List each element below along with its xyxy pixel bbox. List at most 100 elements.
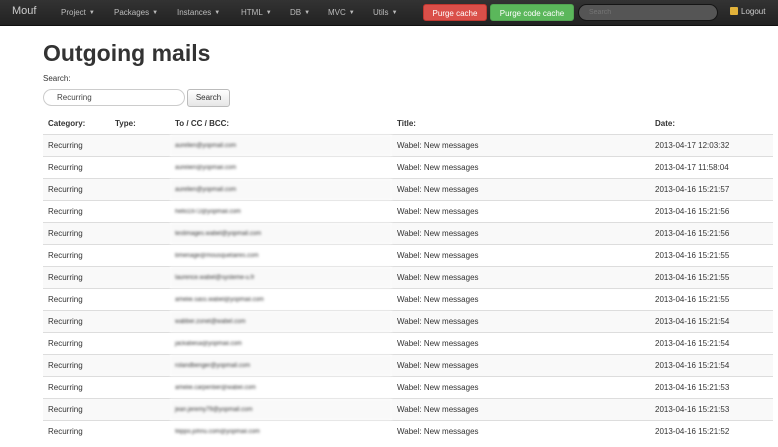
cell-category: Recurring: [43, 266, 110, 289]
cell-date: 2013-04-17 12:03:32: [650, 134, 773, 157]
menu-utils[interactable]: Utils ▼: [373, 8, 398, 17]
cell-recipients: jackabesa@yopmail.com: [170, 332, 392, 355]
cell-date: 2013-04-16 15:21:56: [650, 200, 773, 223]
chevron-down-icon: ▼: [214, 10, 221, 16]
menu-packages[interactable]: Packages ▼: [114, 8, 158, 17]
table-row[interactable]: Recurring amelie.sass.wabel@yopmail.com Wa…: [43, 288, 773, 311]
cell-category: Recurring: [43, 178, 110, 201]
cell-type: [110, 156, 170, 179]
cell-type: [110, 376, 170, 399]
menu-packages-label: Packages: [114, 8, 150, 17]
purge-cache-button[interactable]: Purge cache: [423, 4, 487, 21]
cell-recipients: aurelien@yopmail.com: [170, 134, 392, 157]
table-row[interactable]: Recurring filippo.johnu.com@yopmail.com Wa…: [43, 420, 773, 442]
menu-instances[interactable]: Instances ▼: [177, 8, 220, 17]
table-row[interactable]: Recurring laurence.wabel@systeme-u.fr Wabe…: [43, 266, 773, 289]
outgoing-mails-table: Category: Type: To / CC / BCC: Title: Da…: [43, 113, 773, 442]
chevron-down-icon: ▼: [391, 10, 398, 16]
cell-type: [110, 266, 170, 289]
menu-instances-label: Instances: [177, 8, 212, 17]
cell-title: Wabel: New messages: [392, 200, 650, 223]
cell-type: [110, 398, 170, 421]
cell-title: Wabel: New messages: [392, 222, 650, 245]
cell-category: Recurring: [43, 332, 110, 355]
menu-project[interactable]: Project ▼: [61, 8, 95, 17]
cell-type: [110, 244, 170, 267]
logout-label: Logout: [741, 7, 766, 16]
cell-recipients: hello1972@yopmail.com: [170, 200, 392, 223]
cell-recipients: amelie.sass.wabel@yopmail.com: [170, 288, 392, 311]
cell-recipients: amelie.carpentier@wabel.com: [170, 376, 392, 399]
cell-title: Wabel: New messages: [392, 376, 650, 399]
cell-type: [110, 222, 170, 245]
menu-mvc[interactable]: MVC ▼: [328, 8, 355, 17]
table-row[interactable]: Recurring jean.jeremy79@yopmail.com Wabel:…: [43, 398, 773, 421]
cell-date: 2013-04-16 15:21:56: [650, 222, 773, 245]
cell-category: Recurring: [43, 222, 110, 245]
cell-category: Recurring: [43, 156, 110, 179]
cell-date: 2013-04-16 15:21:53: [650, 376, 773, 399]
table-row[interactable]: Recurring wabber.zonet@wabel.com Wabel: Ne…: [43, 310, 773, 333]
cell-category: Recurring: [43, 420, 110, 442]
cell-title: Wabel: New messages: [392, 310, 650, 333]
cell-date: 2013-04-16 15:21:55: [650, 244, 773, 267]
menu-html-label: HTML: [241, 8, 263, 17]
cell-recipients: laurence.wabel@systeme-u.fr: [170, 266, 392, 289]
table-row[interactable]: Recurring testimages.wabel@yopmail.com Wab…: [43, 222, 773, 245]
search-button[interactable]: Search: [187, 89, 230, 107]
column-header-date: Date:: [650, 113, 773, 135]
brand-logo[interactable]: Mouf: [12, 5, 36, 17]
search-input[interactable]: [43, 89, 185, 106]
menu-db[interactable]: DB ▼: [290, 8, 310, 17]
cell-date: 2013-04-17 11:58:04: [650, 156, 773, 179]
cell-recipients: filippo.johnu.com@yopmail.com: [170, 420, 392, 442]
search-label: Search:: [43, 74, 71, 83]
table-row[interactable]: Recurring bmenage@mousquetaires.com Wabel:…: [43, 244, 773, 267]
cell-date: 2013-04-16 15:21:55: [650, 266, 773, 289]
cell-type: [110, 134, 170, 157]
column-header-type: Type:: [110, 113, 170, 135]
table-row[interactable]: Recurring jackabesa@yopmail.com Wabel: New…: [43, 332, 773, 355]
logout-link[interactable]: Logout: [730, 7, 765, 16]
cell-type: [110, 288, 170, 311]
cell-recipients: rolandbenger@yopmail.com: [170, 354, 392, 377]
table-row[interactable]: Recurring aurelien@yopmail.com Wabel: New …: [43, 156, 773, 179]
table-row[interactable]: Recurring aurelien@yopmail.com Wabel: New …: [43, 134, 773, 157]
menu-db-label: DB: [290, 8, 302, 17]
navbar-search-input[interactable]: [578, 4, 718, 21]
cell-date: 2013-04-16 15:21:54: [650, 332, 773, 355]
cell-title: Wabel: New messages: [392, 420, 650, 442]
chevron-down-icon: ▼: [265, 10, 272, 16]
cell-type: [110, 420, 170, 442]
cell-recipients: aurelien@yopmail.com: [170, 156, 392, 179]
table-row[interactable]: Recurring amelie.carpentier@wabel.com Wabe…: [43, 376, 773, 399]
cell-category: Recurring: [43, 134, 110, 157]
cell-category: Recurring: [43, 310, 110, 333]
table-body: Recurring aurelien@yopmail.com Wabel: New …: [43, 134, 773, 442]
cell-type: [110, 200, 170, 223]
lock-icon: [730, 7, 738, 15]
purge-code-cache-button[interactable]: Purge code cache: [490, 4, 574, 21]
menu-mvc-label: MVC: [328, 8, 346, 17]
cell-category: Recurring: [43, 200, 110, 223]
cell-type: [110, 178, 170, 201]
table-row[interactable]: Recurring rolandbenger@yopmail.com Wabel: …: [43, 354, 773, 377]
cell-category: Recurring: [43, 376, 110, 399]
cell-date: 2013-04-16 15:21:54: [650, 354, 773, 377]
menu-project-label: Project: [61, 8, 86, 17]
column-header-recipients: To / CC / BCC:: [170, 113, 392, 135]
cell-category: Recurring: [43, 398, 110, 421]
chevron-down-icon: ▼: [348, 10, 355, 16]
cell-recipients: wabber.zonet@wabel.com: [170, 310, 392, 333]
menu-html[interactable]: HTML ▼: [241, 8, 272, 17]
table-row[interactable]: Recurring hello1972@yopmail.com Wabel: New…: [43, 200, 773, 223]
cell-title: Wabel: New messages: [392, 178, 650, 201]
cell-title: Wabel: New messages: [392, 156, 650, 179]
cell-recipients: aurelien@yopmail.com: [170, 178, 392, 201]
cell-date: 2013-04-16 15:21:55: [650, 288, 773, 311]
page-title: Outgoing mails: [43, 40, 211, 66]
table-row[interactable]: Recurring aurelien@yopmail.com Wabel: New …: [43, 178, 773, 201]
cell-type: [110, 354, 170, 377]
cell-recipients: jean.jeremy79@yopmail.com: [170, 398, 392, 421]
chevron-down-icon: ▼: [88, 10, 95, 16]
